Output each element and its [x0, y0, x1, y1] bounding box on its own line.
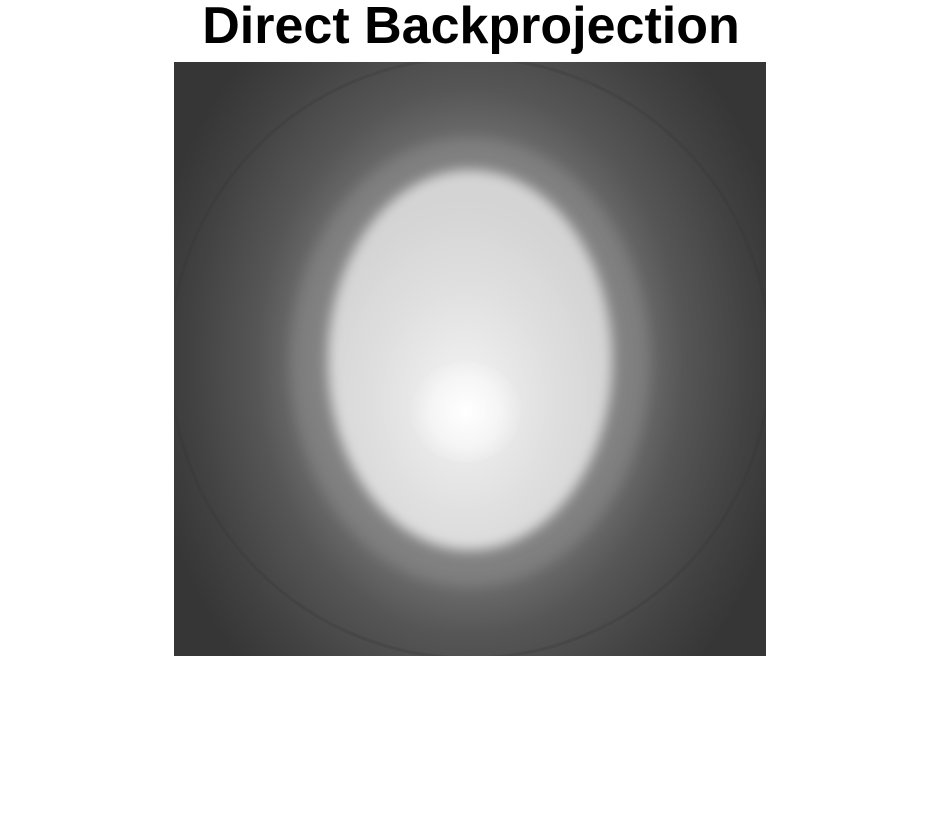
- backprojection-image-canvas: [174, 62, 766, 656]
- backprojection-image: [174, 62, 766, 656]
- central-ellipse: [328, 170, 612, 550]
- figure-title: Direct Backprojection: [202, 0, 740, 55]
- bright-spot: [411, 362, 521, 462]
